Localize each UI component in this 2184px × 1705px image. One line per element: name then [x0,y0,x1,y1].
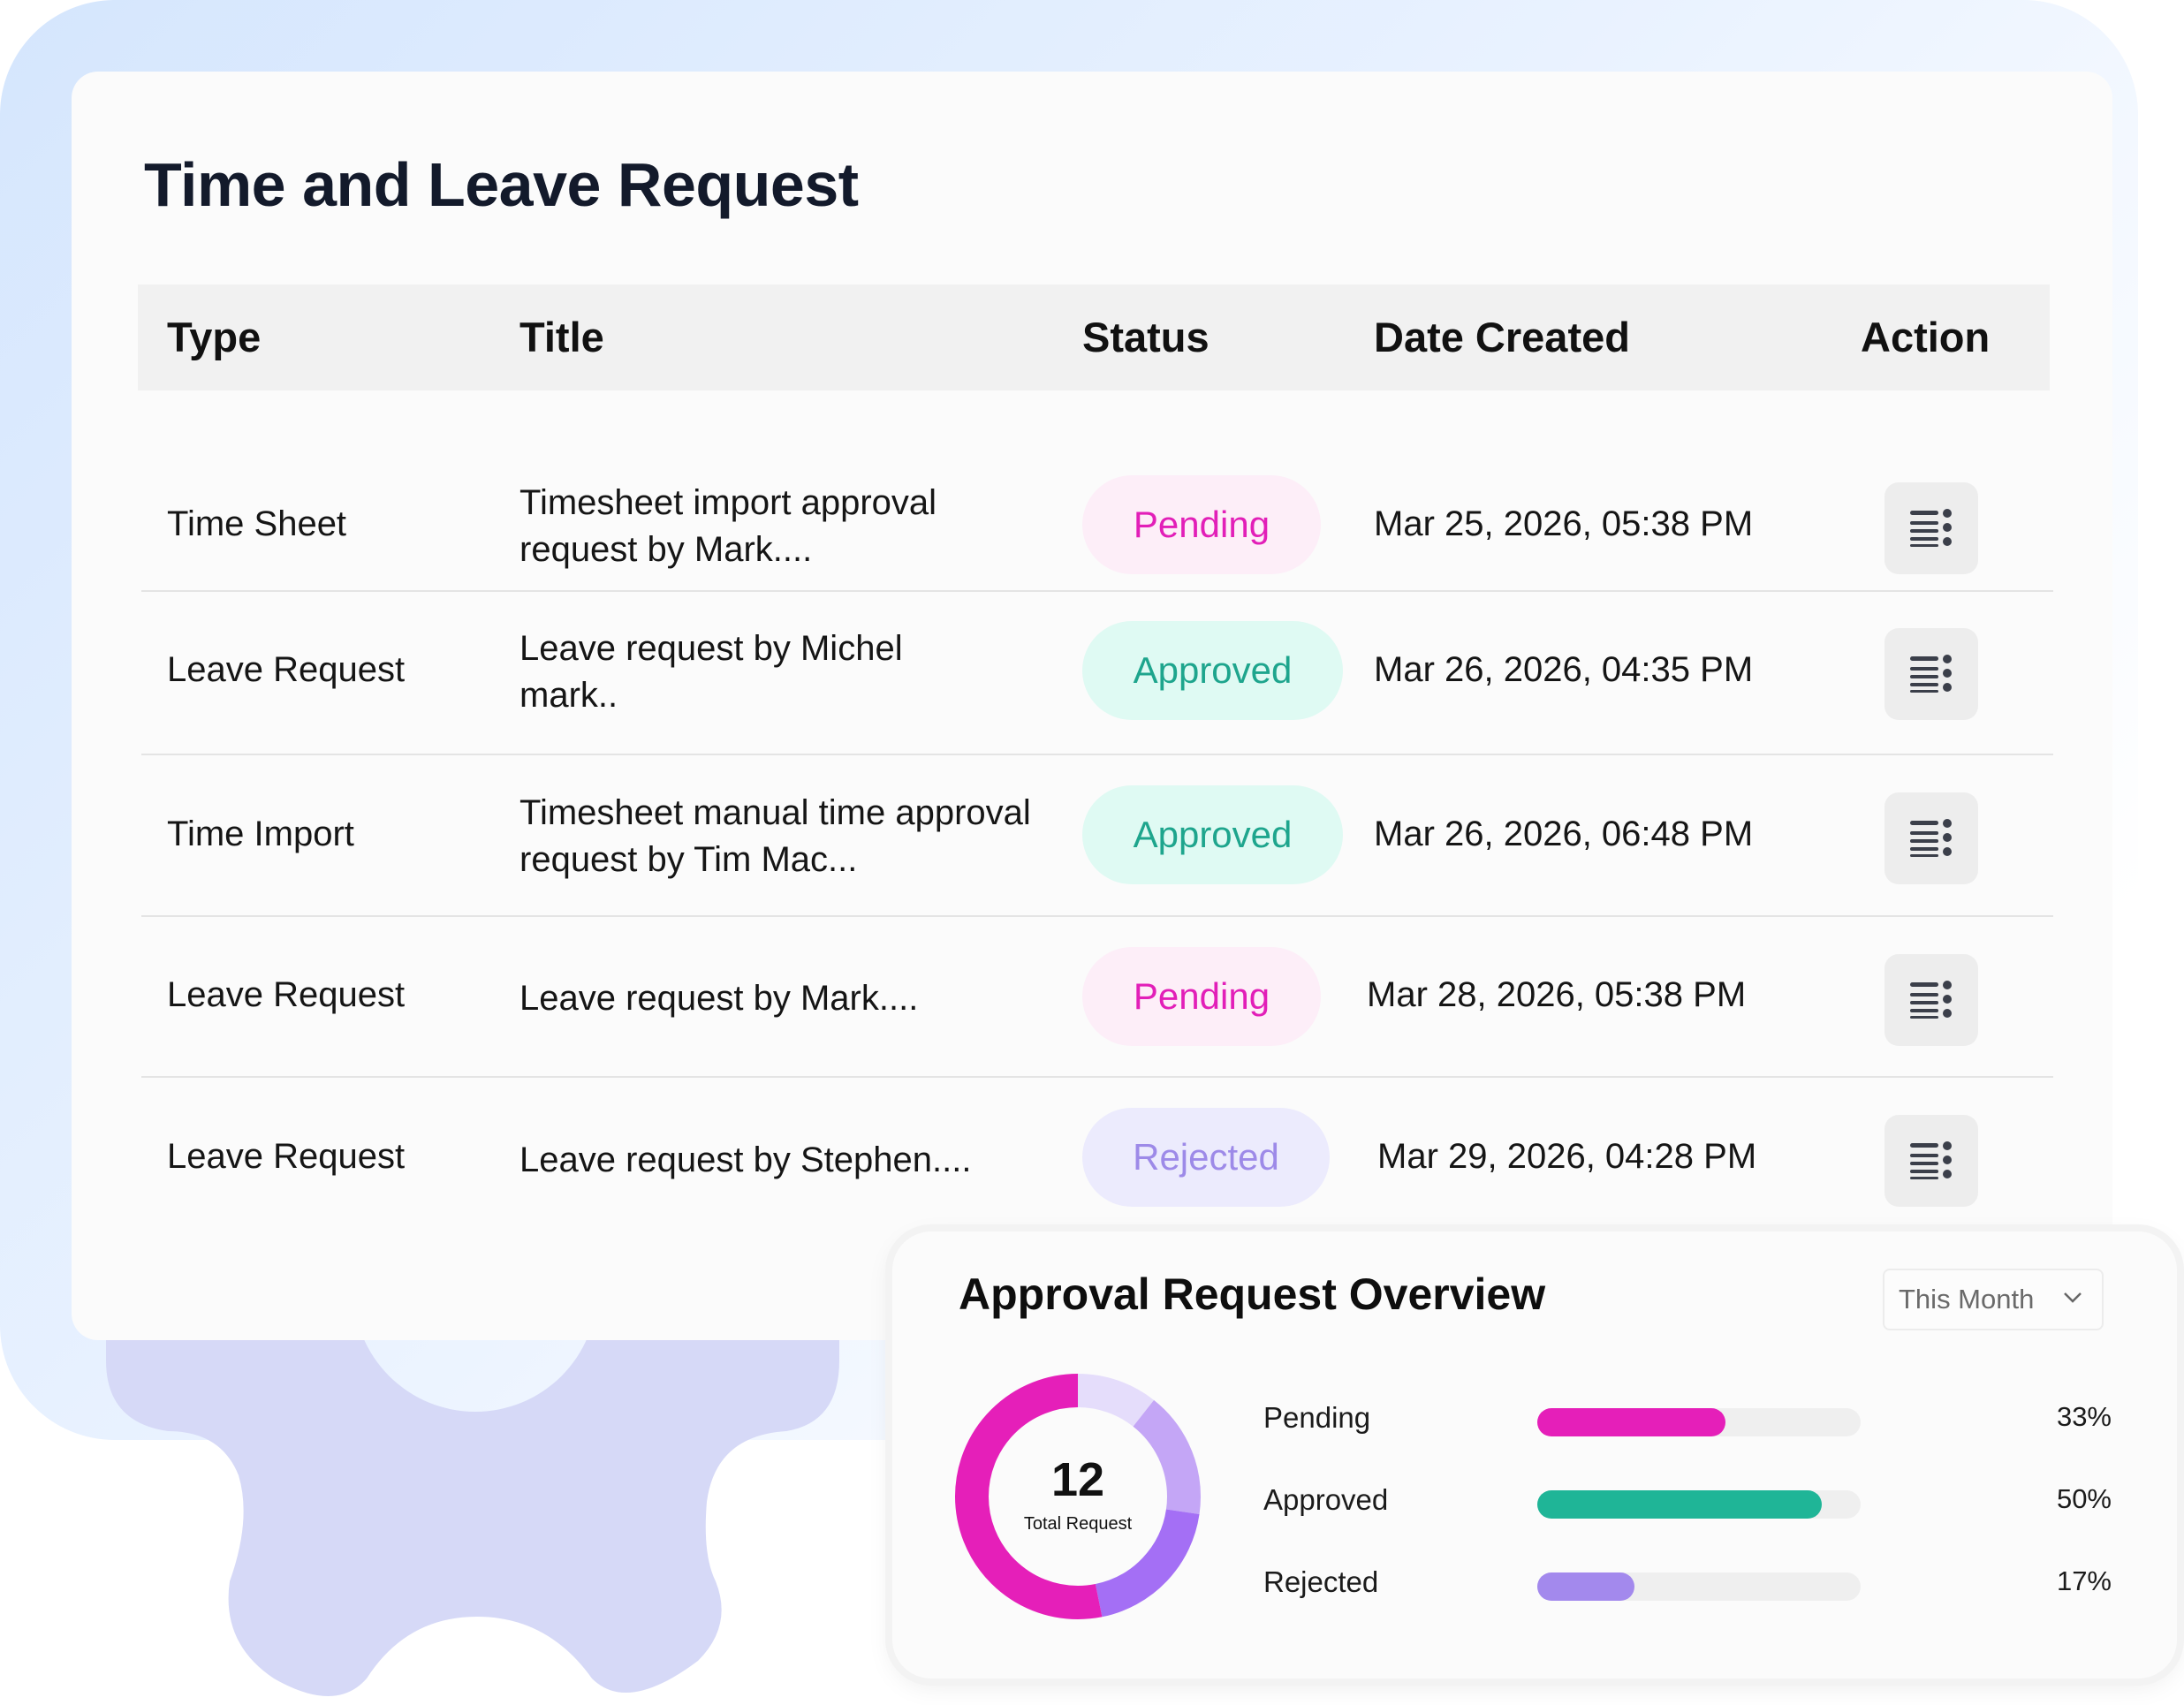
overview-item-label: Rejected [1263,1565,1379,1598]
title-cell: Leave request by Michel mark.. [519,625,1050,719]
date-cell: Mar 29, 2026, 04:28 PM [1377,1137,1757,1176]
title-cell: Leave request by Mark.... [519,975,1050,1022]
progress-track [1537,1572,1861,1601]
table-row: Leave Request Leave request by Stephen..… [141,1078,2053,1237]
date-cell: Mar 26, 2026, 04:35 PM [1374,650,1754,689]
overview-item-percent: 50% [2056,1483,2112,1514]
title-cell: Timesheet manual time approval request b… [519,790,1050,883]
list-menu-icon [1910,981,1952,1019]
title-line: Leave request by Stephen.... [519,1140,972,1179]
overview-item-percent: 33% [2056,1401,2112,1432]
column-header-type: Type [167,314,262,360]
time-leave-card: Time and Leave Request Type Title Status… [72,72,2112,1340]
status-badge: Pending [1082,475,1321,574]
total-request-count: 12 [1050,1453,1105,1506]
overview-title: Approval Request Overview [959,1269,1546,1319]
title-line: request by Tim Mac... [519,840,858,879]
list-menu-icon [1910,819,1952,857]
row-action-button[interactable] [1884,954,1978,1046]
type-cell: Leave Request [167,1137,406,1176]
overview-item-label: Approved [1263,1483,1389,1516]
status-badge: Rejected [1082,1108,1330,1207]
progress-fill [1537,1490,1822,1519]
period-dropdown-value: This Month [1899,1284,2035,1315]
progress-track [1537,1490,1861,1519]
date-cell: Mar 25, 2026, 05:38 PM [1374,504,1754,543]
title-line: request by Mark.... [519,530,813,569]
table-row: Time Import Timesheet manual time approv… [141,755,2053,917]
page-title: Time and Leave Request [144,150,859,219]
title-line: mark.. [519,676,618,715]
donut-center: 12 Total Request [954,1373,1202,1620]
title-line: Timesheet import approval [519,483,937,522]
table-row: Leave Request Leave request by Mark.... … [141,917,2053,1078]
type-cell: Leave Request [167,975,406,1014]
overview-item-rejected: Rejected 17% [1263,1565,2112,1603]
column-header-status: Status [1082,314,1210,360]
chevron-down-icon [2064,1292,2082,1303]
date-cell: Mar 28, 2026, 05:38 PM [1367,975,1747,1014]
title-line: Leave request by Michel [519,629,903,668]
title-line: Leave request by Mark.... [519,979,919,1018]
type-cell: Time Sheet [167,504,347,543]
overview-item-pending: Pending 33% [1263,1401,2112,1438]
row-action-button[interactable] [1884,792,1978,884]
title-cell: Timesheet import approval request by Mar… [519,480,1050,573]
table-header: Type Title Status Date Created Action [138,284,2050,390]
status-badge: Pending [1082,947,1321,1046]
overview-item-percent: 17% [2056,1565,2112,1596]
list-menu-icon [1910,1141,1952,1179]
donut-chart: 12 Total Request [954,1373,1202,1620]
date-cell: Mar 26, 2026, 06:48 PM [1374,815,1754,853]
type-cell: Time Import [167,815,354,853]
row-action-button[interactable] [1884,482,1978,574]
type-cell: Leave Request [167,650,406,689]
status-badge: Approved [1082,785,1343,884]
progress-track [1537,1408,1861,1436]
status-badge: Approved [1082,621,1343,720]
list-menu-icon [1910,655,1952,693]
table-row: Leave Request Leave request by Michel ma… [141,592,2053,755]
row-action-button[interactable] [1884,628,1978,720]
row-action-button[interactable] [1884,1115,1978,1207]
overview-item-approved: Approved 50% [1263,1483,2112,1520]
total-request-label: Total Request [1023,1514,1133,1534]
progress-fill [1537,1572,1634,1601]
title-line: Timesheet manual time approval [519,793,1031,832]
column-header-title: Title [519,314,604,360]
title-cell: Leave request by Stephen.... [519,1137,1050,1184]
column-header-action: Action [1861,314,1991,360]
approval-overview-card: Approval Request Overview This Month 12 … [892,1231,2177,1678]
progress-fill [1537,1408,1725,1436]
overview-item-label: Pending [1263,1401,1371,1434]
column-header-date-created: Date Created [1374,314,1630,360]
list-menu-icon [1910,509,1952,547]
period-dropdown[interactable]: This Month [1883,1269,2104,1330]
table-row: Time Sheet Timesheet import approval req… [141,460,2053,592]
gear-icon [106,1290,839,1696]
